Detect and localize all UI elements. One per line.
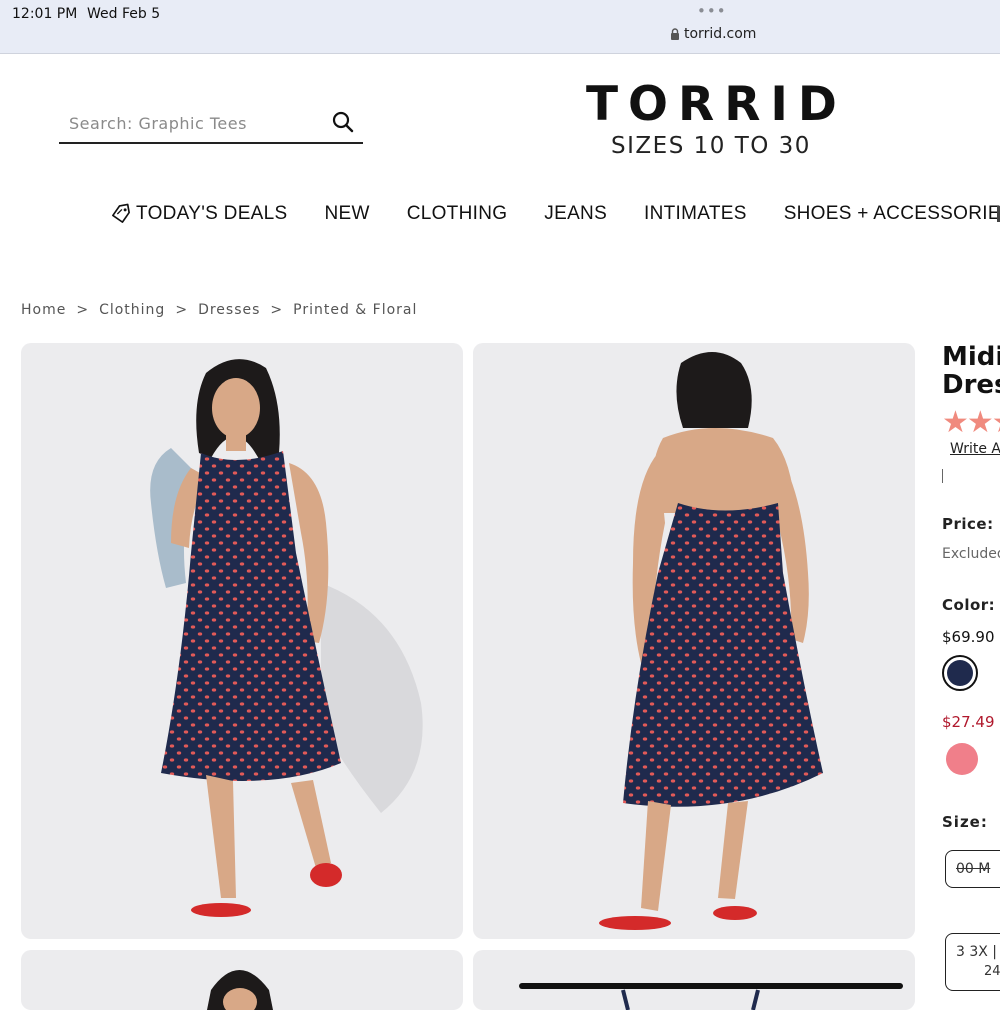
size-label: Size: <box>942 813 988 831</box>
nav-item-new[interactable]: NEW <box>324 203 369 225</box>
price-label: Price: $ <box>942 515 1000 533</box>
browser-status-bar: 12:01 PM Wed Feb 5 ••• torrid.com <box>0 0 1000 54</box>
sale-price: $27.49 <box>942 713 995 731</box>
logo-wordmark: TORRID <box>586 77 847 132</box>
url-text: torrid.com <box>684 26 757 42</box>
breadcrumb-separator: > <box>175 302 189 318</box>
color-label: Color: <box>942 596 996 614</box>
lock-icon <box>671 28 679 40</box>
model-back-illustration <box>599 352 823 930</box>
size-option-label: 00 M <box>956 861 991 877</box>
search-icon[interactable] <box>331 110 355 134</box>
tab-overview-dots[interactable]: ••• <box>697 2 727 20</box>
breadcrumb-separator: > <box>270 302 284 318</box>
nav-item-shoes-accessories[interactable]: SHOES + ACCESSORIES <box>784 203 1000 225</box>
breadcrumb: Home > Clothing > Dresses > Printed & Fl… <box>21 302 417 318</box>
product-image-3[interactable] <box>21 950 463 1010</box>
torrid-logo[interactable]: TORRID SIZES 10 TO 30 <box>580 80 842 160</box>
divider <box>942 469 943 483</box>
size-option-label: 3 3X | <box>956 944 998 960</box>
product-image-back[interactable] <box>473 343 915 939</box>
product-image-front[interactable] <box>21 343 463 939</box>
regular-price: $69.90 <box>942 628 995 646</box>
model-head-illustration <box>207 970 273 1010</box>
color-swatch-navy[interactable] <box>942 655 978 691</box>
breadcrumb-home[interactable]: Home <box>21 302 66 318</box>
rating-stars[interactable]: ★★★ <box>942 405 1000 440</box>
search-input[interactable] <box>59 106 329 140</box>
product-image-4[interactable] <box>473 950 915 1010</box>
product-title: Midi Dres <box>942 343 1000 399</box>
breadcrumb-dresses[interactable]: Dresses <box>198 302 260 318</box>
size-option-button[interactable]: 00 M <box>945 850 1000 888</box>
model-front-illustration <box>150 359 423 917</box>
write-review-link[interactable]: Write A <box>950 441 1000 457</box>
status-time: 12:01 PM <box>12 6 78 22</box>
size-option-button[interactable]: 3 3X | 24 <box>945 933 1000 991</box>
main-nav: TODAY'S DEALS NEW CLOTHING JEANS INTIMAT… <box>110 200 1000 228</box>
breadcrumb-clothing[interactable]: Clothing <box>99 302 165 318</box>
search-bar <box>59 106 363 144</box>
product-title-line: Dres <box>942 370 1000 400</box>
breadcrumb-printed-floral[interactable]: Printed & Floral <box>293 302 417 318</box>
nav-item-todays-deals[interactable]: TODAY'S DEALS <box>110 203 287 225</box>
logo-tagline: SIZES 10 TO 30 <box>611 133 811 159</box>
status-date: Wed Feb 5 <box>87 6 161 22</box>
size-option-sublabel: 24 <box>984 964 1000 979</box>
nav-item-clothing[interactable]: CLOTHING <box>407 203 508 225</box>
swatch-fill <box>947 660 973 686</box>
nav-item-jeans[interactable]: JEANS <box>544 203 607 225</box>
nav-item-intimates[interactable]: INTIMATES <box>644 203 747 225</box>
promo-excluded-text: Excluded <box>942 546 1000 562</box>
dress-straps-illustration <box>621 989 760 1010</box>
address-bar[interactable]: torrid.com <box>670 26 756 42</box>
product-title-line: Midi <box>942 343 1000 372</box>
price-tag-icon <box>112 203 130 223</box>
breadcrumb-separator: > <box>76 302 90 318</box>
nav-label: TODAY'S DEALS <box>136 203 288 224</box>
home-indicator[interactable] <box>519 983 903 989</box>
color-swatch-pink[interactable] <box>946 743 978 775</box>
product-info-panel: Midi Dres ★★★ Write A Price: $ Excluded … <box>942 343 1000 1000</box>
